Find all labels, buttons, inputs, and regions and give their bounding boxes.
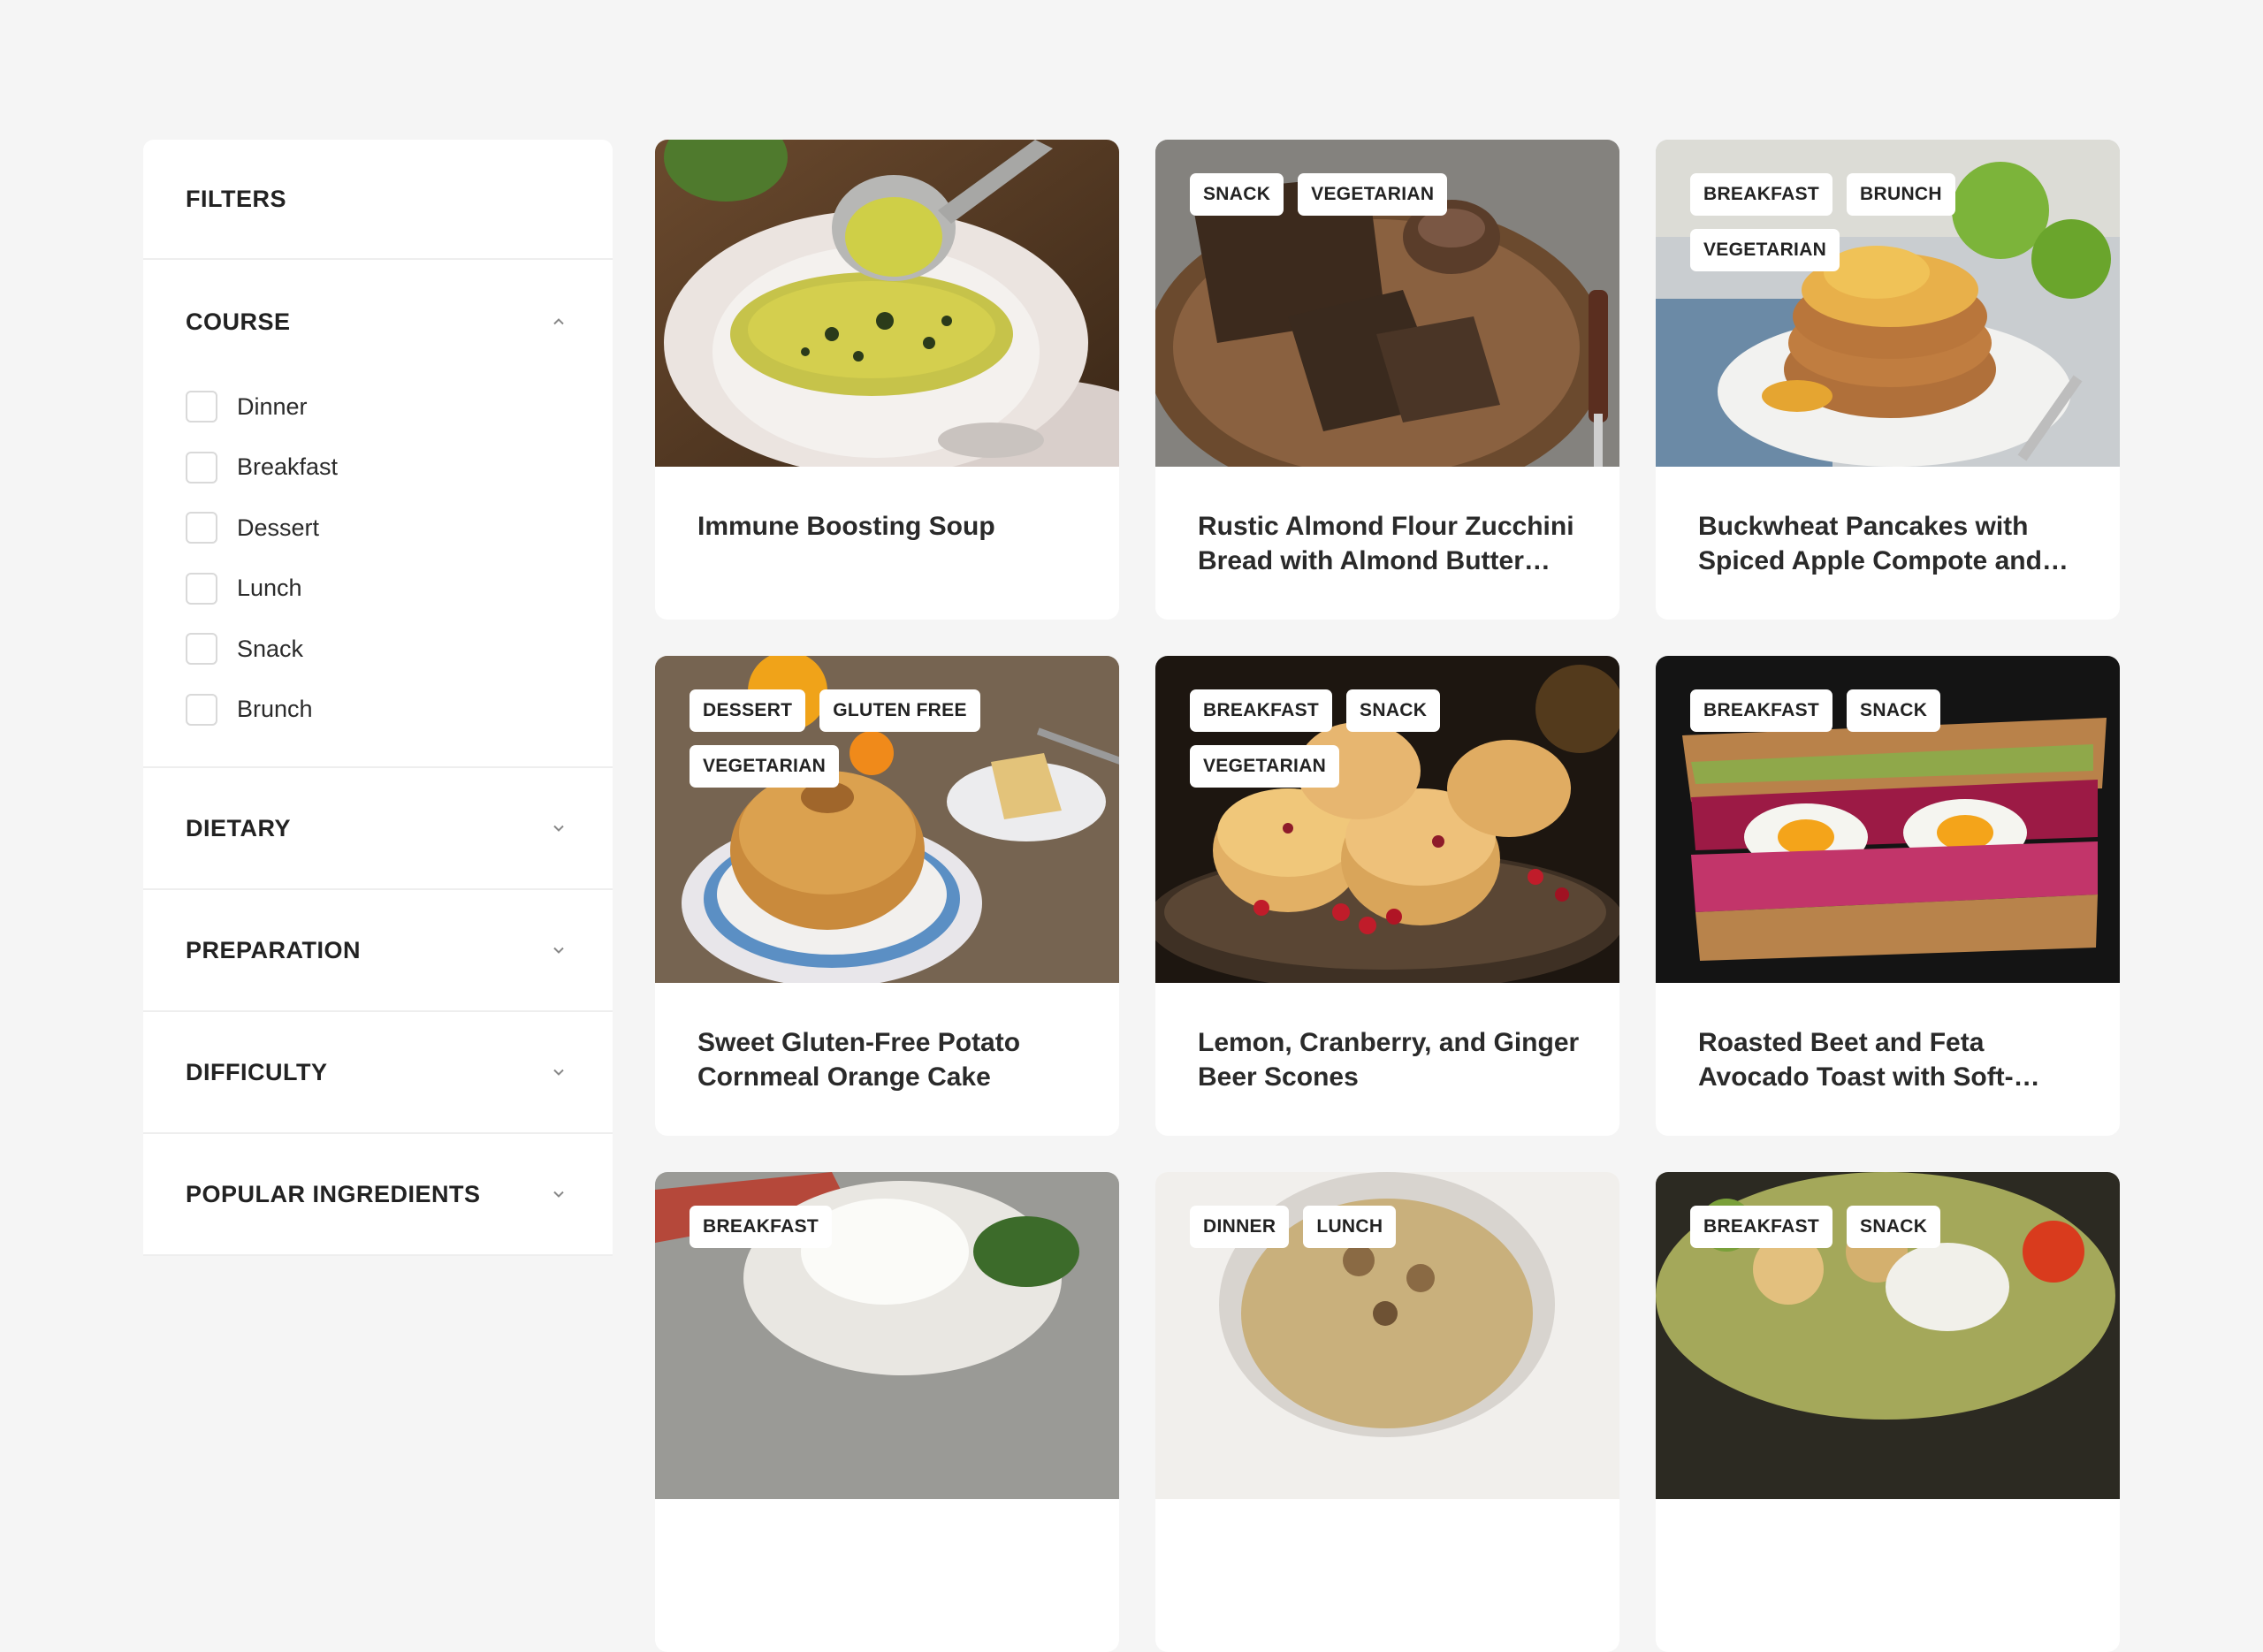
checkbox[interactable] xyxy=(186,633,217,666)
preparation-toggle[interactable]: PREPARATION xyxy=(143,890,613,1010)
course-option-brunch[interactable]: Brunch xyxy=(186,680,570,741)
option-label: Breakfast xyxy=(237,453,339,481)
tag-badge[interactable]: VEGETARIAN xyxy=(690,745,840,788)
tag-badge[interactable]: BREAKFAST xyxy=(1690,173,1833,216)
filter-section-difficulty: DIFFICULTY xyxy=(143,1012,613,1134)
recipe-title[interactable]: Lemon, Cranberry, and Ginger Beer Scones xyxy=(1198,1025,1587,1094)
checkbox[interactable] xyxy=(186,572,217,605)
recipe-title[interactable]: Rustic Almond Flour Zucchini Bread with … xyxy=(1198,509,1587,578)
tag-badge[interactable]: LUNCH xyxy=(1303,1206,1397,1248)
tag-badge[interactable]: VEGETARIAN xyxy=(1190,745,1340,788)
tag-list: SNACK VEGETARIAN xyxy=(1190,173,1561,216)
course-option-dessert[interactable]: Dessert xyxy=(186,498,570,559)
recipe-card[interactable]: BREAKFAST BRUNCH VEGETARIAN Buckwheat Pa… xyxy=(1656,140,2120,620)
tag-badge[interactable]: SNACK xyxy=(1847,689,1941,732)
course-option-dinner[interactable]: Dinner xyxy=(186,377,570,438)
dietary-label: DIETARY xyxy=(186,814,292,841)
tag-badge[interactable]: SNACK xyxy=(1190,173,1284,216)
option-label: Dessert xyxy=(237,514,320,541)
tag-badge[interactable]: BREAKFAST xyxy=(1690,1206,1833,1248)
recipe-card[interactable]: BREAKFAST SNACK xyxy=(1656,1172,2120,1652)
chevron-down-icon xyxy=(547,939,570,962)
option-label: Snack xyxy=(237,635,304,662)
course-option-snack[interactable]: Snack xyxy=(186,619,570,680)
popular-ingredients-toggle[interactable]: POPULAR INGREDIENTS xyxy=(143,1134,613,1254)
tag-badge[interactable]: VEGETARIAN xyxy=(1298,173,1448,216)
recipe-card[interactable]: DINNER LUNCH xyxy=(1155,1172,1619,1652)
filter-section-dietary: DIETARY xyxy=(143,768,613,890)
tag-badge[interactable]: DINNER xyxy=(1190,1206,1290,1248)
tag-badge[interactable]: BREAKFAST xyxy=(1190,689,1333,732)
chevron-up-icon xyxy=(547,310,570,333)
tag-badge[interactable]: GLUTEN FREE xyxy=(819,689,980,732)
checkbox[interactable] xyxy=(186,451,217,483)
recipe-card[interactable]: BREAKFAST SNACK VEGETARIAN Lemon, Cranbe… xyxy=(1155,656,1619,1136)
tag-list: DESSERT GLUTEN FREE VEGETARIAN xyxy=(690,689,1061,788)
recipe-card[interactable]: BREAKFAST xyxy=(655,1172,1119,1652)
tag-badge[interactable]: BREAKFAST xyxy=(690,1206,833,1248)
checkbox[interactable] xyxy=(186,512,217,544)
course-toggle[interactable]: COURSE xyxy=(143,260,613,384)
tag-list: DINNER LUNCH xyxy=(1190,1206,1561,1248)
tag-badge[interactable]: SNACK xyxy=(1847,1206,1941,1248)
tag-badge[interactable]: BREAKFAST xyxy=(1690,689,1833,732)
tag-badge[interactable]: DESSERT xyxy=(690,689,806,732)
tag-badge[interactable]: VEGETARIAN xyxy=(1690,229,1840,271)
chevron-down-icon xyxy=(547,817,570,840)
filters-sidebar: FILTERS COURSE Dinner Breakfast Dessert … xyxy=(143,140,613,1256)
checkbox[interactable] xyxy=(186,391,217,423)
recipe-title[interactable]: Immune Boosting Soup xyxy=(697,509,1086,544)
popular-ingredients-label: POPULAR INGREDIENTS xyxy=(186,1180,481,1207)
filter-section-preparation: PREPARATION xyxy=(143,890,613,1012)
difficulty-label: DIFFICULTY xyxy=(186,1058,328,1085)
filters-title: FILTERS xyxy=(143,140,613,260)
recipe-title[interactable]: Buckwheat Pancakes with Spiced Apple Com… xyxy=(1698,509,2087,578)
course-option-breakfast[interactable]: Breakfast xyxy=(186,438,570,499)
recipe-card[interactable]: BREAKFAST SNACK Roasted Beet and Feta Av… xyxy=(1656,656,2120,1136)
preparation-label: PREPARATION xyxy=(186,936,362,963)
tag-badge[interactable]: SNACK xyxy=(1346,689,1441,732)
tag-list: BREAKFAST SNACK VEGETARIAN xyxy=(1190,689,1561,788)
tag-list: BREAKFAST SNACK xyxy=(1690,689,2061,732)
recipe-title[interactable]: Sweet Gluten-Free Potato Cornmeal Orange… xyxy=(697,1025,1086,1094)
option-label: Brunch xyxy=(237,696,313,723)
recipe-card[interactable]: SNACK VEGETARIAN Rustic Almond Flour Zuc… xyxy=(1155,140,1619,620)
filter-section-course: COURSE Dinner Breakfast Dessert Lunch Sn… xyxy=(143,260,613,768)
course-label: COURSE xyxy=(186,308,291,335)
course-option-lunch[interactable]: Lunch xyxy=(186,559,570,620)
chevron-down-icon xyxy=(547,1183,570,1206)
tag-badge[interactable]: BRUNCH xyxy=(1847,173,1955,216)
recipe-image-soup[interactable] xyxy=(655,140,1119,467)
recipe-card[interactable]: Immune Boosting Soup xyxy=(655,140,1119,620)
recipe-card[interactable]: DESSERT GLUTEN FREE VEGETARIAN Sweet Glu… xyxy=(655,656,1119,1136)
dietary-toggle[interactable]: DIETARY xyxy=(143,768,613,888)
difficulty-toggle[interactable]: DIFFICULTY xyxy=(143,1012,613,1132)
tag-list: BREAKFAST SNACK xyxy=(1690,1206,2061,1248)
tag-list: BREAKFAST BRUNCH VEGETARIAN xyxy=(1690,173,2061,271)
recipe-title[interactable]: Roasted Beet and Feta Avocado Toast with… xyxy=(1698,1025,2087,1094)
tag-list: BREAKFAST xyxy=(690,1206,1061,1248)
option-label: Lunch xyxy=(237,575,302,602)
chevron-down-icon xyxy=(547,1061,570,1084)
filter-section-popular-ingredients: POPULAR INGREDIENTS xyxy=(143,1134,613,1256)
checkbox[interactable] xyxy=(186,693,217,726)
option-label: Dinner xyxy=(237,392,308,420)
